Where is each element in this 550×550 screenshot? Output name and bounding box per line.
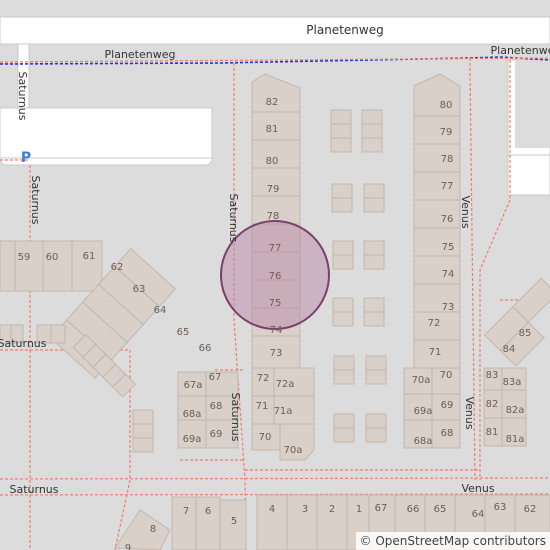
house-number: 72 <box>428 318 441 329</box>
house-number: 85 <box>519 328 532 339</box>
house-number: 70a <box>412 375 431 386</box>
house-number: 63 <box>133 284 146 295</box>
house-number: 81 <box>486 427 499 438</box>
street-label-venus-2: Venus <box>463 396 476 429</box>
house-number: 68 <box>441 428 454 439</box>
house-number: 70a <box>284 445 303 456</box>
house-number: 83a <box>503 377 522 388</box>
street-label-venus-1: Venus <box>459 195 472 228</box>
house-number: 68 <box>210 401 223 412</box>
house-number: 62 <box>111 262 124 273</box>
house-number: 74 <box>270 325 283 336</box>
house-number: 69 <box>441 400 454 411</box>
house-number: 64 <box>472 509 485 520</box>
house-number: 71 <box>256 401 269 412</box>
house-number: 78 <box>267 211 280 222</box>
house-number: 63 <box>494 502 507 513</box>
house-number: 82 <box>266 97 279 108</box>
house-number: 76 <box>269 271 282 282</box>
house-number: 66 <box>199 343 212 354</box>
street-label-planetenweg: Planetenweg <box>306 23 383 37</box>
map-canvas[interactable]: Planetenweg Planetenweg Saturnus Saturnu… <box>0 0 550 550</box>
house-number: 59 <box>18 252 31 263</box>
house-number: 66 <box>407 504 420 515</box>
street-label-saturnus-3: Saturnus <box>227 193 240 242</box>
house-number: 73 <box>442 302 455 313</box>
house-number: 64 <box>154 305 167 316</box>
house-number: 80 <box>266 156 279 167</box>
house-number: 84 <box>503 344 516 355</box>
house-number: 65 <box>177 327 190 338</box>
house-number: 72 <box>257 373 270 384</box>
house-number: 76 <box>441 214 454 225</box>
street-label-planetenweg-3: Planetenweg <box>491 44 550 57</box>
house-number: 67 <box>209 372 222 383</box>
map-view[interactable]: Planetenweg Planetenweg Saturnus Saturnu… <box>0 0 550 550</box>
street-label-venus-3: Venus <box>461 482 494 495</box>
house-number: 7 <box>183 506 189 517</box>
house-number: 69a <box>183 434 202 445</box>
street-label-planetenweg-2: Planetenweg <box>105 48 176 61</box>
house-number: 80 <box>440 100 453 111</box>
house-number: 4 <box>269 504 275 515</box>
parking-icon: P <box>21 150 31 166</box>
house-number: 2 <box>329 504 335 515</box>
house-number: 62 <box>524 504 537 515</box>
house-number: 70 <box>259 432 272 443</box>
house-number: 79 <box>267 184 280 195</box>
house-number: 75 <box>269 298 282 309</box>
house-number: 81 <box>266 124 279 135</box>
street-label-saturnus-1: Saturnus <box>16 71 29 120</box>
house-number: 67a <box>184 380 203 391</box>
street-label-saturnus-2: Saturnus <box>29 175 42 224</box>
house-number: 77 <box>441 181 454 192</box>
house-number: 8 <box>150 524 156 535</box>
house-number: 75 <box>442 242 455 253</box>
house-number: 79 <box>440 127 453 138</box>
house-number: 61 <box>83 251 96 262</box>
house-number: 83 <box>486 370 499 381</box>
house-number: 68a <box>183 409 202 420</box>
street-label-saturnus-6: Saturnus <box>9 483 58 496</box>
house-number: 68a <box>414 436 433 447</box>
house-number: 71a <box>274 406 293 417</box>
street-label-saturnus-4: Saturnus <box>0 337 47 350</box>
house-number: 3 <box>302 504 308 515</box>
house-number: 73 <box>270 348 283 359</box>
street-label-saturnus-5: Saturnus <box>229 392 242 441</box>
house-number: 6 <box>205 506 211 517</box>
house-number: 60 <box>46 252 59 263</box>
house-number-9: 9 <box>125 543 131 550</box>
house-number: 82a <box>506 405 525 416</box>
house-number: 74 <box>442 269 455 280</box>
house-number: 72a <box>276 379 295 390</box>
house-number: 5 <box>231 516 237 527</box>
house-number: 69 <box>210 429 223 440</box>
house-number: 65 <box>434 504 447 515</box>
house-number: 82 <box>486 399 499 410</box>
house-number: 77 <box>269 243 282 254</box>
house-number: 67 <box>375 503 388 514</box>
house-number: 69a <box>414 406 433 417</box>
house-number: 70 <box>440 370 453 381</box>
house-number: 1 <box>356 504 362 515</box>
house-number: 71 <box>429 347 442 358</box>
house-number: 78 <box>441 154 454 165</box>
house-number: 81a <box>506 434 525 445</box>
map-attribution[interactable]: © OpenStreetMap contributors <box>355 532 550 550</box>
